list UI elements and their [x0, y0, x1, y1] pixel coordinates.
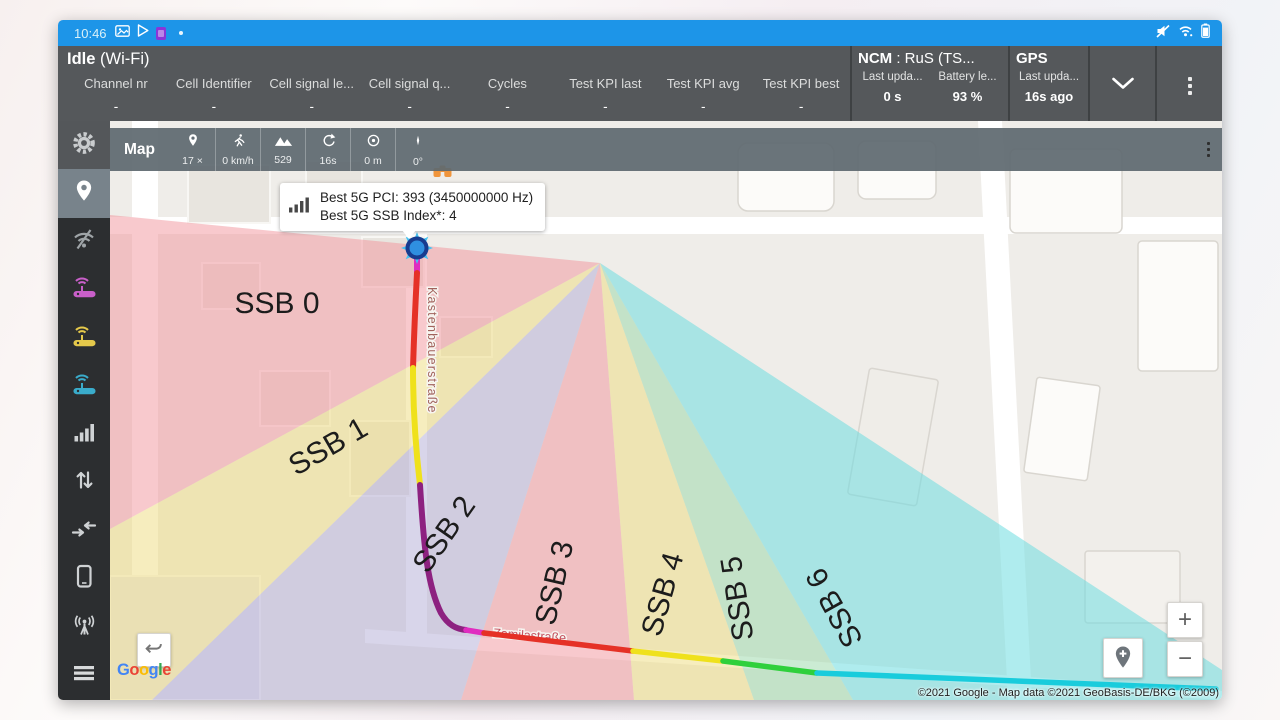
- undo-icon: [143, 639, 165, 661]
- device-button[interactable]: [58, 555, 110, 603]
- kpi-col-signal-quality: Cell signal q...-: [361, 76, 459, 114]
- menu-icon: [72, 663, 96, 688]
- map-tooltip: Best 5G PCI: 393 (3450000000 Hz) Best 5G…: [280, 183, 545, 231]
- stat-bearing: 0°: [395, 128, 440, 171]
- stat-altitude: 529: [260, 128, 305, 171]
- smartphone-icon: [72, 564, 96, 594]
- tool-sidebar: [58, 121, 110, 700]
- menu-button[interactable]: [58, 652, 110, 700]
- kpi-col-cycles: Cycles-: [459, 76, 557, 114]
- stat-refresh-interval: 16s: [305, 128, 350, 171]
- ncm-battery-level: Battery le...93 %: [930, 71, 1005, 104]
- kpi-header: Idle (Wi-Fi) Channel nr- Cell Identifier…: [58, 46, 1222, 121]
- ncm-last-update: Last upda...0 s: [855, 71, 930, 104]
- gps-last-update: Last upda...16s ago: [1013, 71, 1085, 104]
- antenna-button[interactable]: [58, 604, 110, 652]
- tooltip-line1: Best 5G PCI: 393 (3450000000 Hz): [320, 189, 533, 207]
- tooltip-line2: Best 5G SSB Index*: 4: [320, 207, 533, 225]
- map-tab[interactable]: Map: [110, 128, 170, 171]
- router-yellow-button[interactable]: [58, 314, 110, 362]
- notification-dot: [179, 31, 183, 35]
- zoom-out-button[interactable]: −: [1167, 641, 1203, 677]
- sector-label-ssb0: SSB 0: [234, 287, 319, 320]
- map-attribution: ©2021 Google - Map data ©2021 GeoBasis-D…: [918, 687, 1219, 699]
- stat-zoom-level: 17 ×: [170, 128, 215, 171]
- kpi-col-kpi-best: Test KPI best-: [752, 76, 850, 114]
- compass-needle-icon: [413, 132, 423, 154]
- map-canvas[interactable]: Kastenbauerstraße Zamilastraße: [110, 121, 1222, 700]
- app-window: 10:46 Idle (Wi-Fi): [58, 20, 1222, 700]
- collapse-header-button[interactable]: [1088, 46, 1155, 121]
- signal-bars-icon: [72, 421, 97, 448]
- transfer-arrows-button[interactable]: [58, 507, 110, 555]
- pin-plus-icon: [1112, 645, 1134, 671]
- kebab-icon: [1188, 74, 1192, 98]
- overflow-menu-button[interactable]: [1155, 46, 1222, 121]
- router-teal-icon: [71, 372, 98, 401]
- stat-speed: 0 km/h: [215, 128, 260, 171]
- kpi-col-kpi-last: Test KPI last-: [556, 76, 654, 114]
- map-toolbar: Map 17 × 0 km/h 529 16s: [110, 128, 1222, 171]
- arrows-merge-icon: [71, 517, 97, 546]
- router-yellow-icon: [71, 324, 98, 353]
- kpi-col-cell-id: Cell Identifier-: [165, 76, 263, 114]
- zoom-in-button[interactable]: +: [1167, 602, 1203, 638]
- wifi-off-icon: [71, 227, 97, 256]
- kpi-col-kpi-avg: Test KPI avg-: [654, 76, 752, 114]
- settings-button[interactable]: [58, 121, 110, 169]
- mute-icon: [1156, 24, 1170, 43]
- wifi-scan-button[interactable]: [58, 218, 110, 266]
- router-magenta-icon: [71, 275, 98, 304]
- chevron-down-icon: [1111, 77, 1135, 95]
- gear-icon: [71, 130, 97, 161]
- screenshot-icon: [115, 24, 130, 42]
- clock: 10:46: [74, 26, 107, 41]
- tooltip-tail: [402, 230, 416, 239]
- ncm-panel: NCM : RuS (TS... Last upda...0 s Battery…: [850, 46, 1008, 121]
- battery-icon: [1201, 23, 1210, 43]
- signal-bars-button[interactable]: [58, 411, 110, 459]
- gps-panel: GPS Last upda...16s ago: [1008, 46, 1088, 121]
- signal-bars-icon: [289, 196, 311, 218]
- location-pin-icon: [73, 178, 95, 209]
- antenna-icon: [72, 613, 97, 642]
- wifi-icon: [1178, 24, 1193, 42]
- google-logo: Google: [117, 661, 171, 680]
- android-status-bar: 10:46: [58, 20, 1222, 46]
- kpi-col-channel: Channel nr-: [67, 76, 165, 114]
- stat-accuracy: 0 m: [350, 128, 395, 171]
- router-magenta-button[interactable]: [58, 266, 110, 314]
- map-location-button[interactable]: [58, 169, 110, 217]
- runner-icon: [231, 133, 246, 153]
- street-label-kastenbauer: Kastenbauerstraße: [425, 287, 439, 414]
- router-teal-button[interactable]: [58, 362, 110, 410]
- refresh-icon: [321, 133, 336, 153]
- connection-state: Idle (Wi-Fi): [67, 50, 850, 69]
- play-icon: [137, 24, 149, 42]
- map-overflow-button[interactable]: [1207, 139, 1211, 160]
- kpi-columns: Channel nr- Cell Identifier- Cell signal…: [67, 76, 850, 114]
- add-marker-button[interactable]: [1103, 638, 1143, 678]
- mountains-icon: [274, 133, 293, 152]
- updown-arrows-button[interactable]: [58, 459, 110, 507]
- arrows-vertical-icon: [72, 468, 96, 497]
- target-icon: [366, 133, 381, 153]
- location-pin-icon: [187, 133, 199, 153]
- kpi-columns-panel: Idle (Wi-Fi) Channel nr- Cell Identifier…: [58, 46, 850, 121]
- kpi-col-signal-level: Cell signal le...-: [263, 76, 361, 114]
- app-badge-icon: [156, 27, 166, 40]
